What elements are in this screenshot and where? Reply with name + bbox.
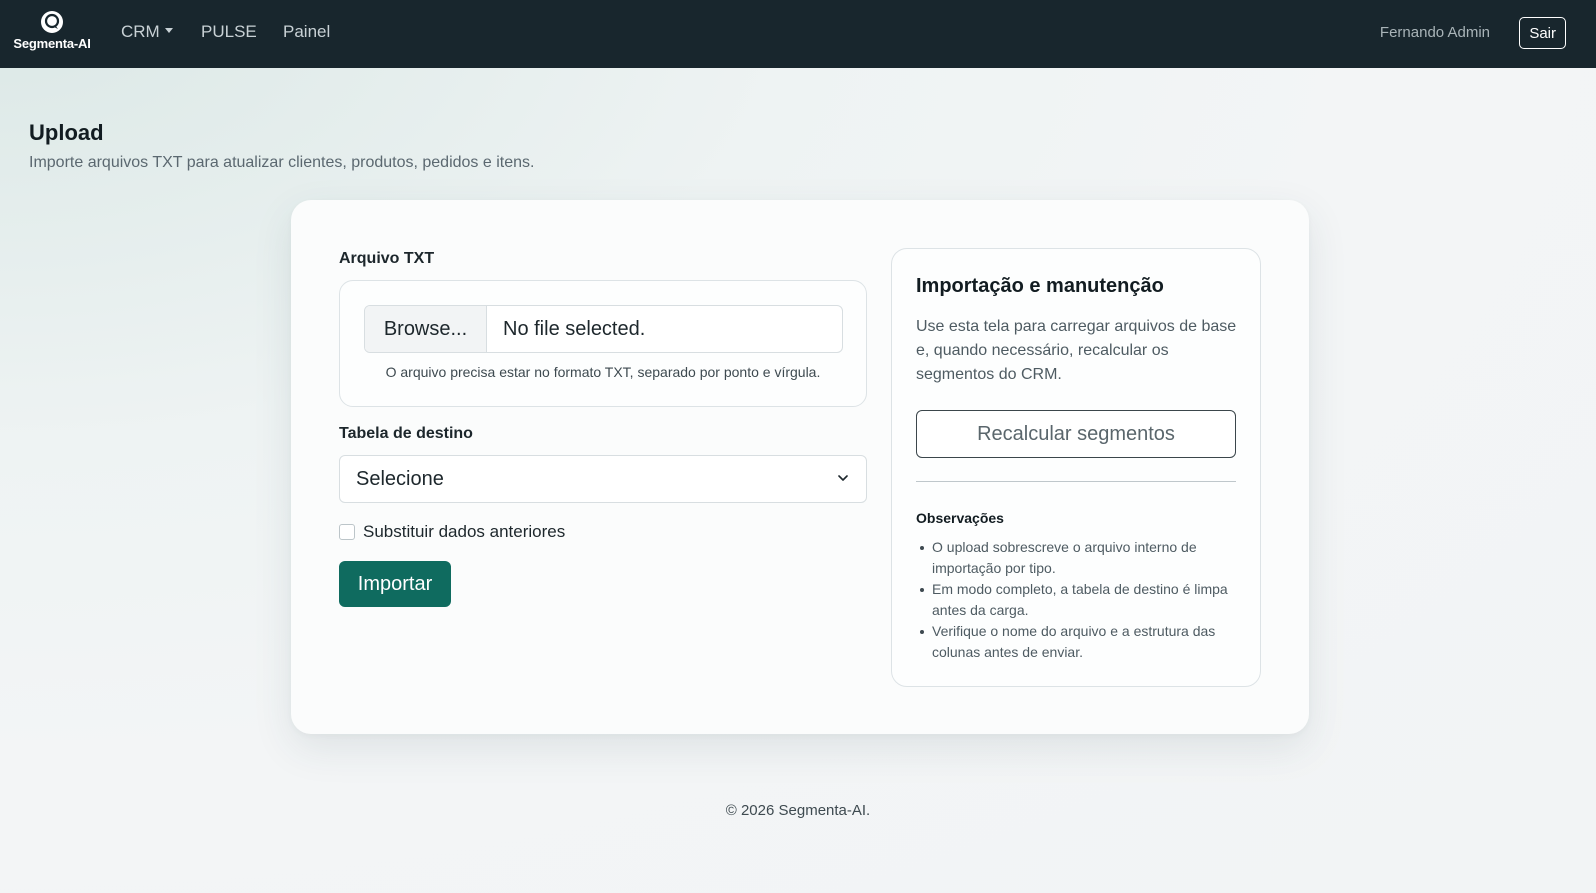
- replace-data-option: Substituir dados anteriores: [339, 522, 565, 542]
- brand-name: Segmenta-AI: [13, 36, 91, 51]
- brand-logo[interactable]: Segmenta-AI: [10, 10, 94, 54]
- replace-data-checkbox[interactable]: [339, 524, 355, 540]
- upload-card: Arquivo TXT Browse... No file selected. …: [291, 200, 1309, 734]
- recalculate-segments-button[interactable]: Recalcular segmentos: [916, 410, 1236, 458]
- footer: © 2026 Segmenta-AI.: [725, 802, 871, 819]
- nav-crm-dropdown[interactable]: CRM: [121, 22, 173, 42]
- top-navbar: Segmenta-AI CRM PULSE Painel Fernando Ad…: [0, 0, 1596, 68]
- logout-button[interactable]: Sair: [1519, 17, 1566, 49]
- chevron-down-icon: [838, 475, 848, 481]
- browse-button[interactable]: Browse...: [365, 306, 487, 352]
- list-item: Verifique o nome do arquivo e a estrutur…: [916, 621, 1242, 663]
- list-item: Em modo completo, a tabela de destino é …: [916, 579, 1242, 621]
- replace-data-label[interactable]: Substituir dados anteriores: [363, 522, 565, 542]
- info-panel-text: Use esta tela para carregar arquivos de …: [916, 318, 1237, 383]
- table-label: Tabela de destino: [339, 425, 473, 442]
- list-item: O upload sobrescreve o arquivo interno d…: [916, 537, 1242, 579]
- file-input[interactable]: Browse... No file selected.: [364, 305, 843, 353]
- file-status: No file selected.: [503, 317, 646, 340]
- table-select[interactable]: Selecione: [339, 455, 867, 503]
- import-button[interactable]: Importar: [339, 561, 451, 607]
- info-panel: Importação e manutenção Use esta tela pa…: [891, 248, 1261, 687]
- page-title: Upload: [29, 120, 104, 145]
- chat-bubble-icon: [41, 11, 63, 33]
- page-subtitle: Importe arquivos TXT para atualizar clie…: [29, 154, 535, 171]
- caret-down-icon: [164, 28, 173, 34]
- table-select-value: Selecione: [356, 467, 444, 490]
- info-panel-title: Importação e manutenção: [916, 275, 1164, 297]
- file-label: Arquivo TXT: [339, 250, 435, 267]
- user-name: Fernando Admin: [1379, 24, 1490, 41]
- nav-pulse[interactable]: PULSE: [201, 22, 257, 42]
- notes-title: Observações: [916, 510, 1004, 526]
- divider: [916, 481, 1236, 482]
- nav-painel[interactable]: Painel: [283, 22, 330, 42]
- file-hint: O arquivo precisa estar no formato TXT, …: [385, 364, 821, 380]
- notes-list: O upload sobrescreve o arquivo interno d…: [916, 537, 1242, 663]
- file-upload-box: Browse... No file selected. O arquivo pr…: [339, 280, 867, 407]
